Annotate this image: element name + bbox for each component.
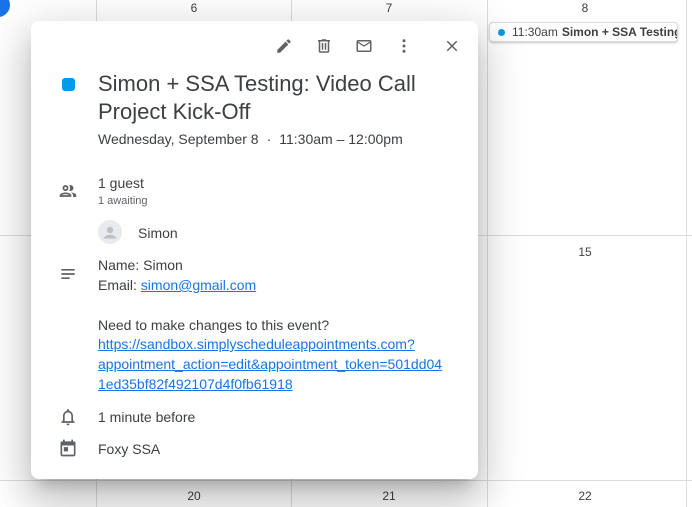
event-chip[interactable]: 11:30am Simon + SSA Testing [489,22,678,42]
guest-status: 1 awaiting [98,195,148,207]
avatar[interactable] [98,220,122,244]
bell-icon [61,409,75,426]
email-prefix: Email: [98,277,141,293]
guest-name[interactable]: Simon [138,225,178,241]
day-number[interactable]: 6 [174,1,214,15]
event-color-square [62,78,75,91]
day-number[interactable]: 2 [0,245,24,259]
day-number[interactable]: 9 [0,489,24,503]
close-icon [446,40,458,52]
day-number[interactable]: 15 [565,245,605,259]
day-number[interactable]: 8 [565,1,605,15]
edit-link-line[interactable]: appointment_action=edit&appointment_toke… [98,354,458,374]
event-date: Wednesday, September 8 [98,131,259,147]
edit-event-button[interactable] [272,34,296,58]
edit-link-line[interactable]: https://sandbox.simplyscheduleappointmen… [98,334,458,354]
people-icon [59,185,77,197]
trash-icon [318,39,330,53]
notes-icon [61,269,75,279]
day-number[interactable]: 7 [369,1,409,15]
day-number[interactable]: 20 [174,489,214,503]
grid-column-line [487,0,488,507]
person-icon [103,226,117,239]
changes-prompt: Need to make changes to this event? [98,317,330,333]
more-vert-icon [402,39,406,53]
delete-event-button[interactable] [312,34,336,58]
description-email-line: Email: simon@gmail.com [98,277,256,293]
description-name: Name: Simon [98,257,183,273]
event-date-time: Wednesday, September 8 · 11:30am – 12:00pm [98,131,403,147]
day-number[interactable]: 22 [565,489,605,503]
event-details-popup: Simon + SSA Testing: Video Call Project … [31,21,478,479]
calendar-icon [60,439,76,457]
edit-appointment-link[interactable]: https://sandbox.simplyscheduleappointmen… [98,334,458,394]
reminder-text: 1 minute before [98,409,196,425]
grid-row-line [0,480,692,481]
options-button[interactable] [392,34,416,58]
pencil-icon [277,39,291,53]
guest-count: 1 guest [98,175,144,191]
event-time-range: 11:30am – 12:00pm [279,131,403,147]
mail-icon [356,40,372,52]
email-link[interactable]: simon@gmail.com [141,277,256,293]
today-marker[interactable] [0,0,10,17]
event-chip-time: 11:30am [512,25,558,39]
event-color-dot [498,28,505,36]
grid-column-line [686,0,687,507]
event-chip-title: Simon + SSA Testing [561,25,678,39]
close-popup-button[interactable] [440,34,464,58]
edit-link-line[interactable]: 1ed35bf82f492107d4f0fb61918 [98,374,458,394]
calendar-name: Foxy SSA [98,441,161,457]
day-number[interactable]: 21 [369,489,409,503]
date-time-separator: · [266,131,272,147]
event-title: Simon + SSA Testing: Video Call Project … [98,71,416,124]
email-guests-button[interactable] [352,34,376,58]
